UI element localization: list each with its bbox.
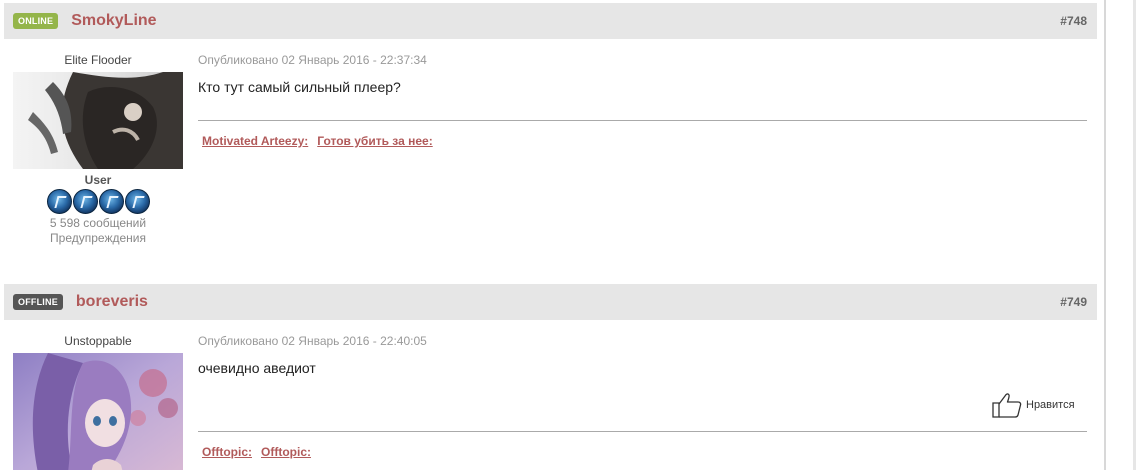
content-edge (1104, 0, 1106, 470)
author-info: Elite Flooder User 5 598 сообщений Преду… (13, 51, 183, 246)
signature: Offtopic: Offtopic: (202, 445, 320, 459)
signature-link[interactable]: Motivated Arteezy: (202, 134, 308, 148)
message-count: 5 598 сообщений (49, 216, 147, 230)
rank-pip-icon (98, 189, 124, 214)
avatar[interactable] (13, 72, 183, 169)
rank-pip-icon (124, 189, 150, 214)
author-name-link[interactable]: SmokyLine (71, 12, 156, 30)
thumbs-up-icon (992, 393, 1022, 418)
post-content: Опубликовано 02 Январь 2016 - 22:37:34 К… (198, 51, 1087, 201)
avatar[interactable] (13, 353, 183, 470)
warnings-link[interactable]: Предупреждения (13, 231, 183, 246)
signature-link[interactable]: Готов убить за нее: (317, 134, 432, 148)
post-number-link[interactable]: #749 (1060, 295, 1087, 309)
rank-pip-icon (72, 189, 98, 214)
post-header: OFFLINE boreveris #749 (4, 284, 1097, 320)
signature-divider (198, 431, 1087, 432)
signature-link[interactable]: Offtopic: (261, 445, 311, 459)
post-date: Опубликовано 02 Январь 2016 - 22:37:34 (198, 53, 427, 67)
post-text: очевидно аведиот (198, 360, 316, 376)
post-text: Кто тут самый сильный плеер? (198, 79, 401, 95)
author-name-link[interactable]: boreveris (76, 293, 148, 311)
offline-status-badge: OFFLINE (13, 294, 63, 310)
post-749: OFFLINE boreveris #749 Unstoppable Опубл… (4, 284, 1097, 470)
rank-title: Elite Flooder (64, 53, 132, 67)
signature-divider (198, 120, 1087, 121)
rank-pip-icon (46, 189, 72, 214)
like-label: Нравится (1026, 399, 1075, 411)
signature: Motivated Arteezy: Готов убить за нее: (202, 134, 442, 148)
author-info: Unstoppable (13, 332, 183, 470)
rank-pips (13, 189, 183, 214)
post-header: ONLINE SmokyLine #748 (4, 3, 1097, 39)
rank-title: Unstoppable (64, 334, 132, 348)
post-748: ONLINE SmokyLine #748 Elite Flooder User… (4, 3, 1097, 253)
forum-page: ONLINE SmokyLine #748 Elite Flooder User… (0, 0, 1136, 470)
signature-link[interactable]: Offtopic: (202, 445, 252, 459)
post-content: Опубликовано 02 Январь 2016 - 22:40:05 о… (198, 332, 1087, 470)
online-status-badge: ONLINE (13, 13, 59, 29)
user-group: User (84, 173, 112, 187)
like-button[interactable]: Нравится (992, 392, 1075, 418)
post-number-link[interactable]: #748 (1060, 14, 1087, 28)
post-date: Опубликовано 02 Январь 2016 - 22:40:05 (198, 334, 427, 348)
